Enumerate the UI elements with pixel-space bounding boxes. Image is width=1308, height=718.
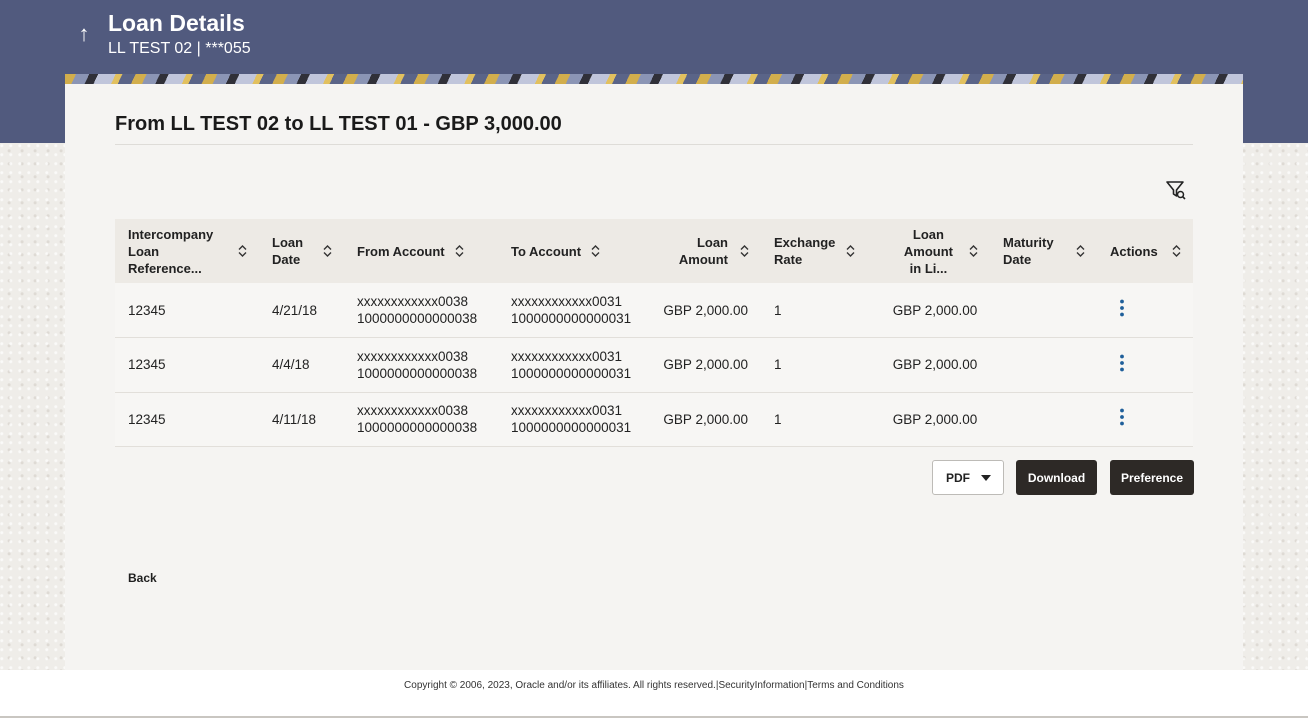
loan-details-card: From LL TEST 02 to LL TEST 01 - GBP 3,00… [65, 84, 1243, 670]
cell-to-account: xxxxxxxxxxxx0031 1000000000000031 [511, 294, 632, 326]
cell-loan-amount: GBP 2,000.00 [663, 302, 748, 318]
table-header-row: Intercompany Loan Reference... Loan Date Fr… [115, 219, 1193, 283]
col-header-exchange-rate[interactable]: Exchange Rate [761, 219, 867, 283]
sort-icon[interactable] [591, 245, 600, 257]
col-header-actions[interactable]: Actions [1097, 219, 1193, 283]
loan-table: Intercompany Loan Reference... Loan Date Fr… [115, 219, 1193, 447]
cell-loan-date: 4/4/18 [272, 357, 310, 373]
page-footer: Copyright © 2006, 2023, Oracle and/or it… [0, 670, 1308, 716]
filter-search-icon[interactable] [1165, 179, 1187, 201]
terms-and-conditions-link[interactable]: Terms and Conditions [807, 680, 904, 691]
sort-icon[interactable] [1172, 245, 1181, 257]
col-header-maturity-date[interactable]: Maturity Date [990, 219, 1097, 283]
cell-reference: 12345 [128, 411, 166, 427]
title-divider [115, 144, 1193, 145]
security-information-link[interactable]: SecurityInformation [718, 680, 804, 691]
page-title: Loan Details [108, 10, 245, 36]
cell-exchange-rate: 1 [774, 411, 782, 427]
sort-icon[interactable] [969, 245, 978, 257]
sort-icon[interactable] [740, 245, 749, 257]
col-header-from-account[interactable]: From Account [344, 219, 498, 283]
cell-maturity-date [990, 338, 1097, 393]
table-row: 12345 4/21/18 xxxxxxxxxxxx0038 1000000000… [115, 283, 1193, 338]
sort-icon[interactable] [238, 245, 247, 257]
cell-actions [1097, 338, 1193, 393]
sort-icon[interactable] [846, 245, 855, 257]
more-actions-icon[interactable] [1112, 353, 1132, 373]
cell-actions [1097, 392, 1193, 447]
col-header-to-account[interactable]: To Account [498, 219, 637, 283]
cell-loan-date: 4/21/18 [272, 302, 318, 318]
cell-maturity-date [990, 392, 1097, 447]
cell-loan-date: 4/11/18 [272, 411, 317, 427]
cell-from-account: xxxxxxxxxxxx0038 1000000000000038 [357, 348, 478, 381]
col-header-reference[interactable]: Intercompany Loan Reference... [115, 219, 259, 283]
download-button[interactable]: Download [1016, 460, 1097, 495]
more-actions-icon[interactable] [1112, 298, 1132, 318]
sort-icon[interactable] [1076, 245, 1085, 257]
format-select[interactable]: PDF [932, 460, 1004, 495]
cell-to-account: xxxxxxxxxxxx0031 1000000000000031 [511, 403, 632, 436]
table-row: 12345 4/11/18 xxxxxxxxxxxx0038 1000000000… [115, 392, 1193, 447]
chevron-down-icon [981, 474, 991, 481]
preference-button[interactable]: Preference [1110, 460, 1194, 495]
cell-loan-amount: GBP 2,000.00 [663, 357, 748, 373]
cell-to-account: xxxxxxxxxxxx0031 1000000000000031 [511, 348, 632, 381]
sort-icon[interactable] [455, 245, 464, 257]
cell-reference: 12345 [128, 302, 166, 318]
table-row: 12345 4/4/18 xxxxxxxxxxxx0038 10000000000… [115, 337, 1193, 393]
back-button[interactable]: Back [128, 571, 157, 585]
copyright-text: Copyright © 2006, 2023, Oracle and/or it… [404, 680, 716, 691]
cell-exchange-rate: 1 [774, 302, 782, 318]
sort-icon[interactable] [323, 245, 332, 257]
cell-from-account: xxxxxxxxxxxx0038 1000000000000038 [357, 294, 478, 326]
cell-exchange-rate: 1 [774, 357, 782, 373]
cell-loan-amount-limit: GBP 2,000.00 [892, 411, 978, 427]
col-header-loan-amount-limit[interactable]: Loan Amount in Li... [867, 219, 990, 283]
cell-loan-amount-limit: GBP 2,000.00 [892, 302, 978, 318]
card-title: From LL TEST 02 to LL TEST 01 - GBP 3,00… [115, 113, 562, 135]
page-subtitle: LL TEST 02 | ***055 [108, 40, 251, 57]
cell-reference: 12345 [128, 357, 166, 373]
cell-loan-amount: GBP 2,000.00 [663, 411, 748, 427]
col-header-loan-amount[interactable]: Loan Amount [637, 219, 761, 283]
decorative-banner [65, 74, 1243, 84]
col-header-loan-date[interactable]: Loan Date [259, 219, 344, 283]
cell-loan-amount-limit: GBP 2,000.00 [892, 357, 978, 373]
cell-from-account: xxxxxxxxxxxx0038 1000000000000038 [357, 403, 478, 436]
cell-actions [1097, 283, 1193, 338]
back-arrow-icon[interactable]: ↑ [76, 20, 92, 48]
cell-maturity-date [990, 283, 1097, 338]
format-select-value: PDF [946, 470, 970, 485]
more-actions-icon[interactable] [1112, 407, 1132, 427]
